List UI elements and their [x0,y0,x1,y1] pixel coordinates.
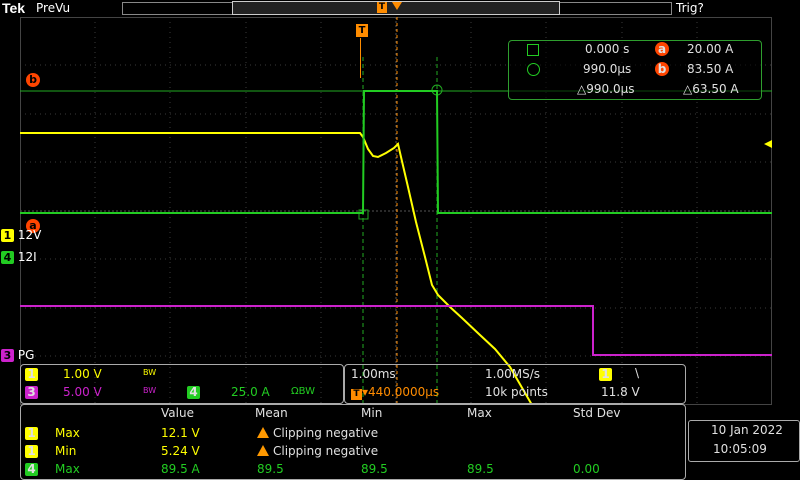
settings-ch1-badge[interactable]: 1 [25,368,38,381]
cursor-dv-value: △63.50 A [683,82,739,96]
warning-icon [257,427,269,438]
trigger-status: Trig? [676,1,704,15]
ch4-label: 12I [17,250,37,264]
meas-row1-badge: 1 [25,427,38,440]
cursor-t2-value: 990.0µs [583,62,632,76]
meas-row3-min: 89.5 [361,462,388,476]
cursor-readout-panel[interactable]: 0.000 s 990.0µs △990.0µs a b 20.00 A 83.… [508,40,762,100]
ch4-scale[interactable]: 25.0 A [231,385,270,399]
cursor-a-icon: a [655,42,669,56]
acquisition-mode: PreVu [36,1,71,15]
time: 10:05:09 [713,442,767,456]
datetime-display[interactable]: 10 Jan 2022 10:05:09 [688,420,800,462]
timebase-panel[interactable]: 1.00ms 1.00MS/s T ▾440.0000µs 10k points … [344,364,686,404]
meas-header-mean: Mean [255,406,288,420]
meas-header-stddev: Std Dev [573,406,621,420]
date: 10 Jan 2022 [711,423,783,437]
vertical-settings-panel[interactable]: 1 1.00 V BW 3 5.00 V BW 4 25.0 A ΩBW [20,364,344,404]
trigger-source-badge[interactable]: 1 [599,368,612,381]
ch4-badge: 4 [1,251,14,264]
horizontal-position-value: ▾440.0000µs [362,385,440,399]
ch4-bw-icon: ΩBW [291,386,316,397]
measurements-panel[interactable]: Value Mean Min Max Std Dev 1 Max 12.1 V … [20,404,686,480]
meas-header-min: Min [361,406,383,420]
horizontal-position[interactable]: T ▾440.0000µs [351,385,439,400]
record-position-marker [392,2,402,10]
meas-row3-badge: 4 [25,463,38,476]
cursor-t1-value: 0.000 s [585,42,630,56]
brand-logo: Tek [2,0,26,16]
trigger-marker-stem [360,38,361,78]
meas-row1-mean: Clipping negative [257,426,378,440]
record-length[interactable]: 10k points [485,385,548,399]
meas-row3-mean: 89.5 [257,462,284,476]
meas-row3-stddev: 0.00 [573,462,600,476]
ch3-ground-indicator[interactable]: 3 PG [1,348,34,362]
meas-row2-value: 5.24 V [161,444,200,458]
cursor-b-value: 83.50 A [687,62,734,76]
cursor-a-value: 20.00 A [687,42,734,56]
trigger-level[interactable]: 11.8 V [601,385,640,399]
settings-ch3-badge[interactable]: 3 [25,386,38,399]
ch1-ground-indicator[interactable]: 1 12V [1,228,41,242]
cursor-b-icon: b [655,62,669,76]
position-trigger-icon: T [351,389,362,400]
meas-row1-name[interactable]: Max [55,426,80,440]
ch1-bw-icon: BW [143,368,157,377]
meas-row3-name[interactable]: Max [55,462,80,476]
meas-row2-name[interactable]: Min [55,444,76,458]
trigger-level-marker [764,140,772,148]
meas-row1-value: 12.1 V [161,426,200,440]
cursor-dt-value: △990.0µs [577,82,635,96]
ch4-ground-indicator[interactable]: 4 12I [1,250,37,264]
cursor-circle-icon [527,63,540,76]
sample-rate: 1.00MS/s [485,367,540,381]
trigger-marker[interactable]: T [356,24,368,37]
ch3-label: PG [17,348,35,362]
cursor-square-icon [527,44,539,56]
meas-row2-badge: 1 [25,445,38,458]
cursor-b-label[interactable]: b [26,73,40,87]
time-cursors [362,57,438,405]
ch1-badge: 1 [1,229,14,242]
record-trigger-marker: T [377,2,387,13]
horizontal-scale[interactable]: 1.00ms [351,367,396,381]
meas-row3-value: 89.5 A [161,462,200,476]
settings-ch4-badge[interactable]: 4 [187,386,200,399]
ch1-scale[interactable]: 1.00 V [63,367,102,381]
meas-header-max: Max [467,406,492,420]
ch3-bw-icon: BW [143,386,157,395]
ch1-label: 12V [17,228,42,242]
trigger-slope-icon: \ [635,366,640,380]
meas-row2-mean: Clipping negative [257,444,378,458]
warning-icon [257,445,269,456]
meas-row3-max: 89.5 [467,462,494,476]
ch3-badge: 3 [1,349,14,362]
meas-header-value: Value [161,406,194,420]
ch3-scale[interactable]: 5.00 V [63,385,102,399]
